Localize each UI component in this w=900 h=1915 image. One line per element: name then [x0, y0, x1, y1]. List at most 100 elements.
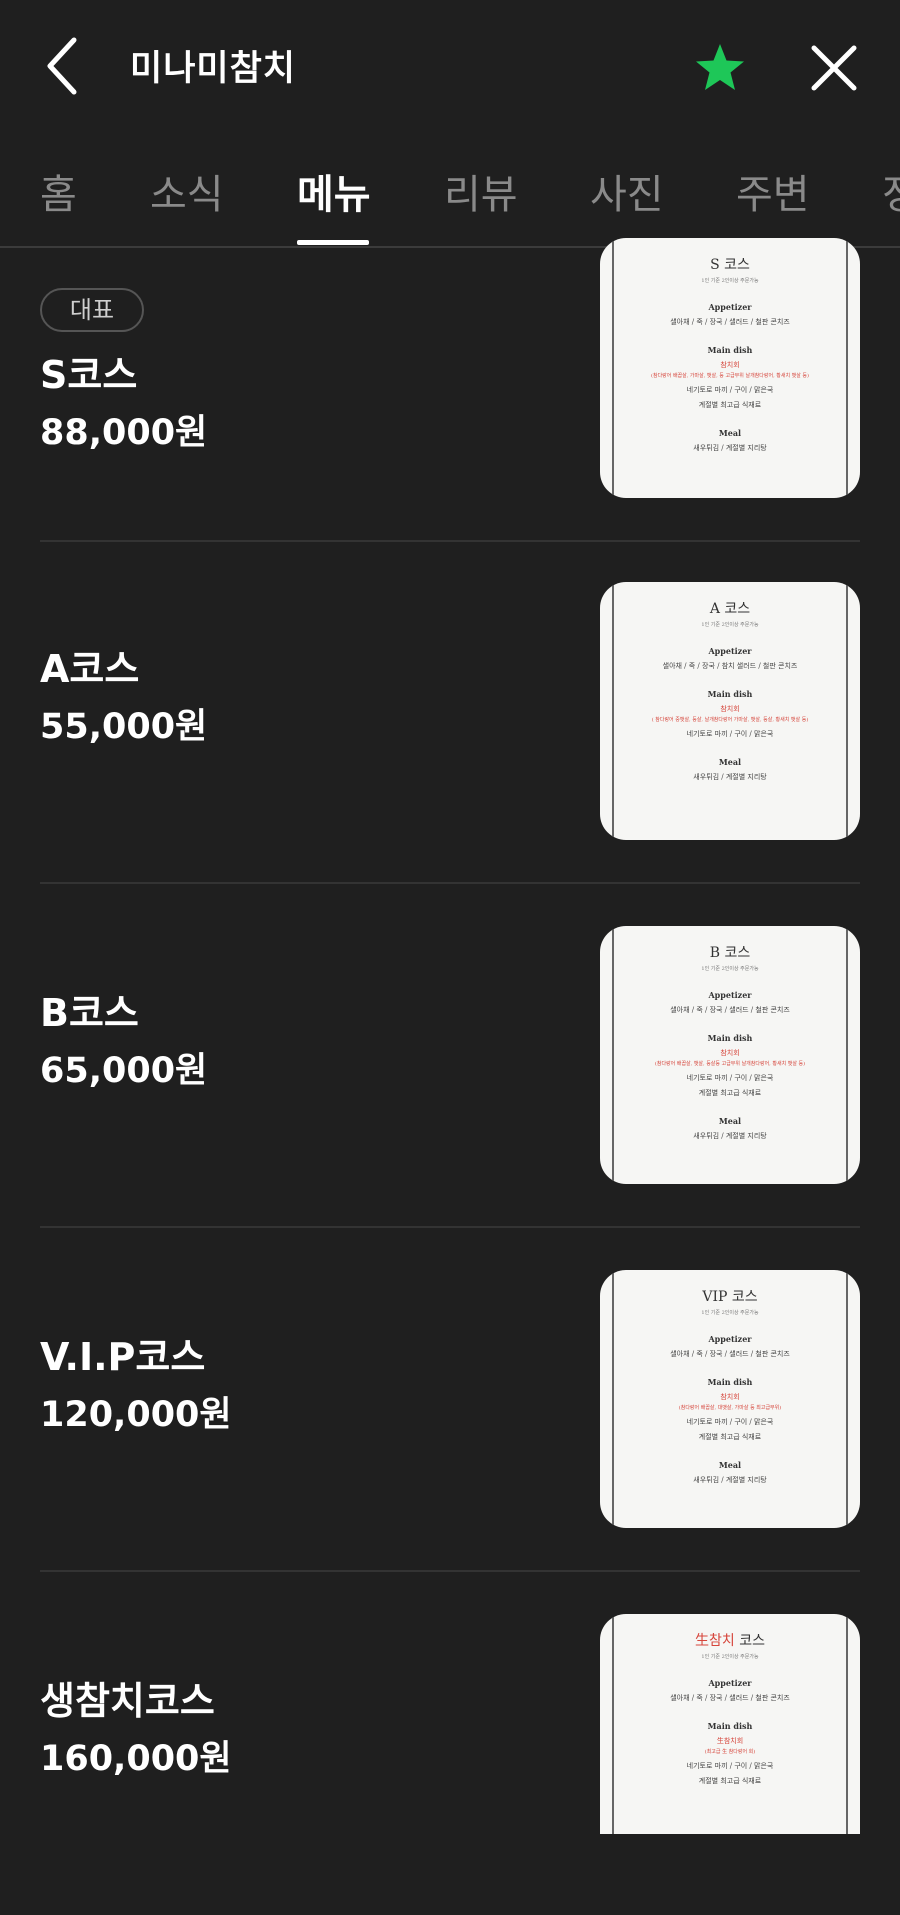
tab-reviews[interactable]: 리뷰 [444, 162, 518, 220]
back-button[interactable] [40, 34, 90, 98]
menu-card-subtitle: 1인 기준 2인이상 주문가능 [701, 622, 759, 628]
appetizer-list: 샐아채 / 죽 / 장국 / 샐러드 / 철판 콘치즈 [670, 1694, 790, 1702]
main-dish-note: (참다랑어 배꼽살, 가마살, 뱃살, 등 고급부위 날개참다랑어, 황새치 뱃… [651, 373, 809, 379]
menu-card-title: VIP 코스 [702, 1289, 758, 1305]
main-dish-heading: Main dish [707, 689, 753, 699]
menu-border-left [612, 582, 614, 840]
favorite-button[interactable] [692, 40, 748, 96]
menu-card-subtitle: 1인 기준 2인이상 주문가능 [701, 1654, 759, 1660]
menu-border-right [846, 1270, 848, 1528]
menu-border-left [612, 1270, 614, 1528]
appetizer-heading: Appetizer [708, 646, 752, 656]
main-dish-highlight: 참치회 [720, 705, 740, 713]
main-dish-line: 네기토로 마끼 / 구이 / 맑은국 [686, 730, 774, 738]
tab-home[interactable]: 홈 [40, 162, 77, 220]
main-dish-line: 계절별 최고급 식재료 [698, 1433, 762, 1441]
main-dish-heading: Main dish [707, 345, 753, 355]
menu-item-name: 생참치코스 [40, 1679, 215, 1723]
menu-border-right [846, 1614, 848, 1834]
main-dish-line: 네기토로 마끼 / 구이 / 맑은국 [686, 1418, 774, 1426]
menu-border-left [612, 926, 614, 1184]
menu-item-price: 160,000원 [40, 1739, 232, 1779]
tab-bar: 홈 소식 메뉴 리뷰 사진 주변 정 [0, 140, 900, 248]
meal-heading: Meal [718, 1116, 742, 1126]
star-icon [696, 44, 744, 90]
main-dish-line: 네기토로 마끼 / 구이 / 맑은국 [686, 386, 774, 394]
tab-photos[interactable]: 사진 [590, 162, 664, 220]
appetizer-list: 샐아채 / 죽 / 장국 / 샐러드 / 철판 콘치즈 [670, 1006, 790, 1014]
appetizer-heading: Appetizer [708, 302, 752, 312]
appetizer-list: 샐아채 / 죽 / 장국 / 참치 샐러드 / 철판 콘치즈 [662, 662, 798, 670]
menu-card-title: A 코스 [709, 601, 751, 617]
menu-item[interactable]: V.I.P코스 120,000원 VIP 코스 1인 기준 2인이상 주문가능 … [0, 1228, 900, 1572]
appetizer-heading: Appetizer [708, 1334, 752, 1344]
main-dish-highlight: 生참치회 [716, 1737, 744, 1745]
close-icon [811, 45, 857, 91]
menu-card: A 코스 1인 기준 2인이상 주문가능 Appetizer 샐아채 / 죽 /… [616, 592, 844, 840]
menu-border-right [846, 582, 848, 840]
menu-card-subtitle: 1인 기준 2인이상 주문가능 [701, 1310, 759, 1316]
menu-border-left [612, 1614, 614, 1834]
main-dish-line: 네기토로 마끼 / 구이 / 맑은국 [686, 1762, 774, 1770]
meal-heading: Meal [718, 428, 742, 438]
tab-info[interactable]: 정 [882, 162, 900, 220]
menu-item-price: 88,000원 [40, 413, 208, 453]
menu-item-image[interactable]: S 코스 1인 기준 2인이상 주문가능 Appetizer 샐아채 / 죽 /… [600, 238, 860, 498]
main-dish-highlight: 참치회 [720, 361, 740, 369]
main-dish-note: (참다랑어 배꼽살, 대뱃살, 가마살 등 최고급부위) [678, 1405, 782, 1411]
main-dish-line: 네기토로 마끼 / 구이 / 맑은국 [686, 1074, 774, 1082]
main-dish-heading: Main dish [707, 1377, 753, 1387]
main-dish-highlight: 참치회 [720, 1393, 740, 1401]
tab-nearby[interactable]: 주변 [736, 162, 810, 220]
top-bar: 미나미참치 [0, 0, 900, 130]
menu-item[interactable]: 대표 S코스 88,000원 S 코스 1인 기준 2인이상 주문가능 Appe… [0, 238, 900, 591]
menu-item-name: B코스 [40, 991, 139, 1035]
active-tab-indicator [297, 240, 369, 245]
meal-list: 새우튀김 / 계절별 지리탕 [693, 1476, 767, 1484]
meal-list: 새우튀김 / 계절별 지리탕 [693, 773, 767, 781]
menu-item-image[interactable]: A 코스 1인 기준 2인이상 주문가능 Appetizer 샐아채 / 죽 /… [600, 582, 860, 840]
main-dish-line: 계절별 최고급 식재료 [698, 401, 762, 409]
menu-card: 生참치 코스 1인 기준 2인이상 주문가능 Appetizer 샐아채 / 죽… [616, 1624, 844, 1834]
appetizer-list: 샐아채 / 죽 / 장국 / 샐러드 / 철판 콘치즈 [670, 1350, 790, 1358]
main-dish-note: (참다랑어 배꼽살, 뱃살, 등살등 고급부위 날개참다랑어, 황새치 뱃살 등… [654, 1061, 806, 1067]
menu-card-title-text: 코스 [739, 1633, 765, 1649]
menu-item-price: 55,000원 [40, 707, 208, 747]
menu-card: VIP 코스 1인 기준 2인이상 주문가능 Appetizer 샐아채 / 죽… [616, 1280, 844, 1528]
main-dish-highlight: 참치회 [720, 1049, 740, 1057]
menu-item-name: S코스 [40, 353, 138, 397]
appetizer-list: 샐아채 / 죽 / 장국 / 샐러드 / 철판 콘치즈 [670, 318, 790, 326]
main-dish-heading: Main dish [707, 1033, 753, 1043]
main-dish-note: (최고급 生 참다랑어 회) [704, 1749, 756, 1755]
menu-card-title: B 코스 [709, 945, 751, 961]
menu-item-name: V.I.P코스 [40, 1335, 206, 1379]
menu-border-right [846, 238, 848, 498]
signature-badge: 대표 [40, 288, 144, 332]
menu-border-left [612, 238, 614, 498]
page-title: 미나미참치 [130, 49, 297, 89]
menu-item-price: 120,000원 [40, 1395, 232, 1435]
menu-item-price: 65,000원 [40, 1051, 208, 1091]
tab-menu[interactable]: 메뉴 [297, 162, 371, 220]
meal-list: 새우튀김 / 계절별 지리탕 [693, 444, 767, 452]
menu-item-image[interactable]: 生참치 코스 1인 기준 2인이상 주문가능 Appetizer 샐아채 / 죽… [600, 1614, 860, 1834]
menu-border-right [846, 926, 848, 1184]
menu-item-image[interactable]: B 코스 1인 기준 2인이상 주문가능 Appetizer 샐아채 / 죽 /… [600, 926, 860, 1184]
menu-item[interactable]: A코스 55,000원 A 코스 1인 기준 2인이상 주문가능 Appetiz… [0, 542, 900, 885]
appetizer-heading: Appetizer [708, 990, 752, 1000]
meal-heading: Meal [718, 757, 742, 767]
menu-item-name: A코스 [40, 647, 140, 691]
menu-card-title-highlight: 生참치 [695, 1633, 735, 1649]
menu-item[interactable]: 생참치코스 160,000원 生참치 코스 1인 기준 2인이상 주문가능 Ap… [0, 1572, 900, 1915]
main-dish-line: 계절별 최고급 식재료 [698, 1089, 762, 1097]
menu-item-image[interactable]: VIP 코스 1인 기준 2인이상 주문가능 Appetizer 샐아채 / 죽… [600, 1270, 860, 1528]
tab-news[interactable]: 소식 [150, 162, 224, 220]
menu-card: S 코스 1인 기준 2인이상 주문가능 Appetizer 샐아채 / 죽 /… [616, 248, 844, 498]
meal-heading: Meal [718, 1460, 742, 1470]
menu-card-subtitle: 1인 기준 2인이상 주문가능 [701, 966, 759, 972]
menu-item[interactable]: B코스 65,000원 B 코스 1인 기준 2인이상 주문가능 Appetiz… [0, 884, 900, 1228]
close-button[interactable] [806, 40, 862, 96]
menu-card: B 코스 1인 기준 2인이상 주문가능 Appetizer 샐아채 / 죽 /… [616, 936, 844, 1184]
appetizer-heading: Appetizer [708, 1678, 752, 1688]
menu-card-title: 生참치 코스 [616, 1630, 844, 1650]
